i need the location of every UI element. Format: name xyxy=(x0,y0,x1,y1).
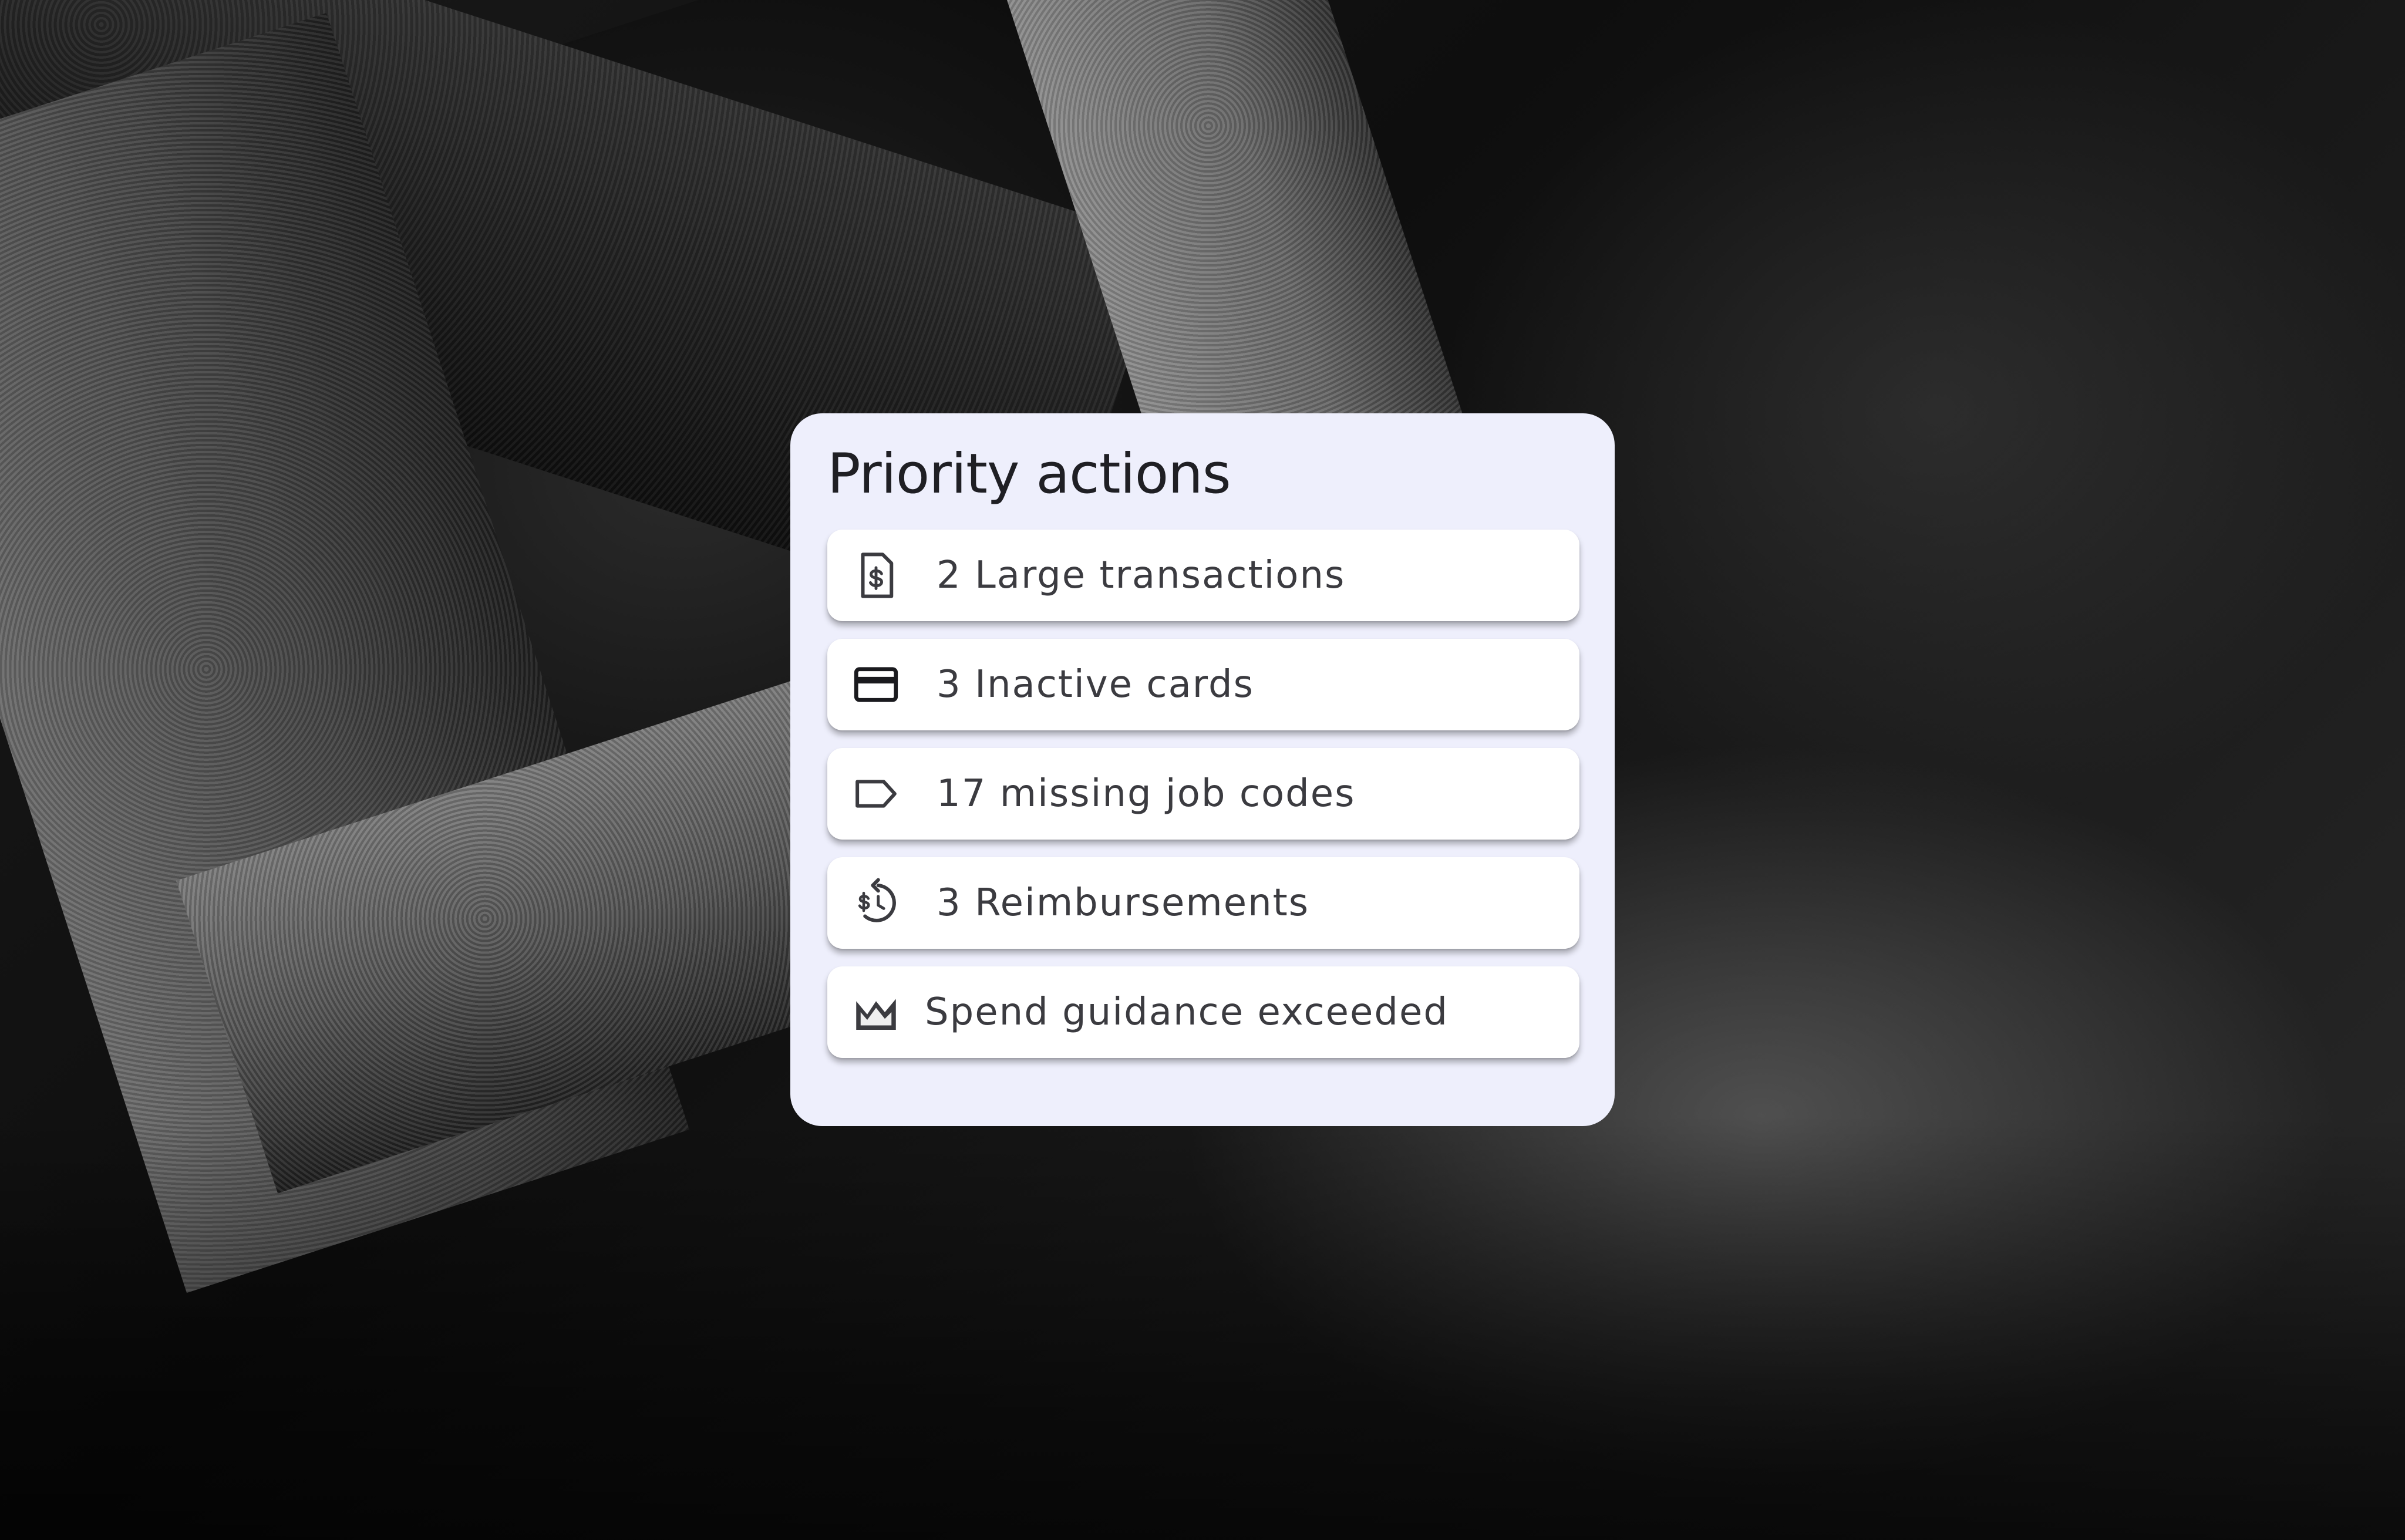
spend-chart-icon xyxy=(850,986,902,1039)
action-item-missing-job-codes[interactable]: 17 missing job codes xyxy=(827,748,1579,840)
action-item-inactive-cards[interactable]: 3 Inactive cards xyxy=(827,639,1579,730)
priority-actions-card: Priority actions 2 Large transactions 3 … xyxy=(790,413,1615,1126)
action-item-reimbursements[interactable]: 3 Reimbursements xyxy=(827,857,1579,949)
action-item-spend-guidance[interactable]: Spend guidance exceeded xyxy=(827,966,1579,1058)
floor-shadow xyxy=(0,1116,2405,1540)
reimbursement-icon xyxy=(850,877,902,929)
action-label: 3 Reimbursements xyxy=(937,881,1310,925)
action-label: 2 Large transactions xyxy=(937,554,1346,597)
priority-actions-list: 2 Large transactions 3 Inactive cards 17… xyxy=(827,530,1579,1058)
action-label: 3 Inactive cards xyxy=(937,663,1254,706)
action-label: 17 missing job codes xyxy=(937,772,1356,816)
label-tag-icon xyxy=(850,767,902,820)
card-title: Priority actions xyxy=(827,442,1231,506)
invoice-dollar-icon xyxy=(850,549,902,602)
background-photo: Priority actions 2 Large transactions 3 … xyxy=(0,0,2405,1540)
action-item-large-transactions[interactable]: 2 Large transactions xyxy=(827,530,1579,621)
credit-card-icon xyxy=(850,658,902,711)
action-label: Spend guidance exceeded xyxy=(925,990,1449,1034)
